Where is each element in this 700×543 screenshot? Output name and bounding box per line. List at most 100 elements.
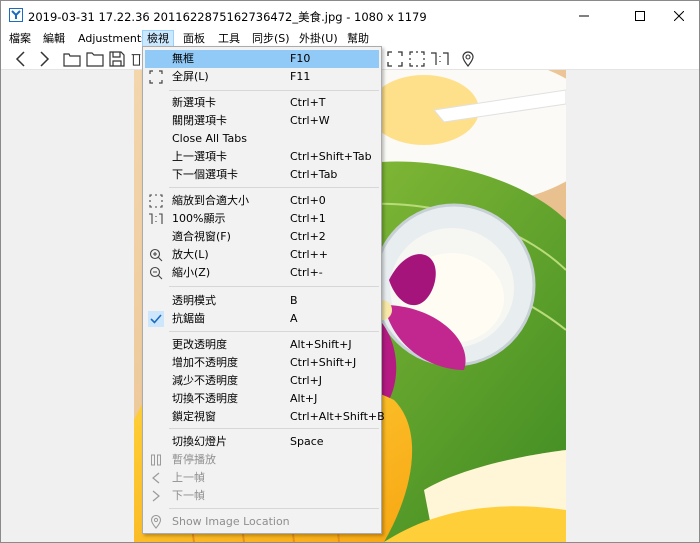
minimize-button[interactable] [561, 1, 607, 30]
menu-item-toggle-slideshow[interactable]: 切換幻燈片 Space [145, 433, 379, 451]
menu-separator [169, 508, 379, 509]
menu-item-label: 放大(L) [172, 248, 209, 261]
menu-item-shortcut: F10 [290, 52, 311, 65]
menu-item-zoom-in[interactable]: 放大(L) Ctrl++ [145, 246, 379, 264]
menu-item-label: 上一選項卡 [172, 150, 227, 163]
menu-item-zoom-to-fit[interactable]: 縮放到合適大小 Ctrl+0 [145, 192, 379, 210]
menu-item-label: 關閉選項卡 [172, 114, 227, 127]
menu-item-shortcut: Ctrl+Shift+J [290, 356, 357, 369]
actual-size-button[interactable] [430, 50, 450, 68]
menu-item-shortcut: Alt+Shift+J [290, 338, 352, 351]
menu-item-label: 無框 [172, 52, 194, 65]
save-button[interactable] [107, 50, 127, 68]
menu-item-shortcut: Ctrl+Shift+Tab [290, 150, 372, 163]
menu-item-fullscreen[interactable]: 全屏(L) F11 [145, 68, 379, 86]
delete-button[interactable] [129, 50, 143, 68]
location-button[interactable] [458, 50, 478, 68]
actual-size-icon [148, 211, 164, 227]
menu-item-shortcut: Ctrl+2 [290, 230, 326, 243]
menu-item-label: 暫停播放 [172, 453, 216, 466]
menu-item-label: 增加不透明度 [172, 356, 238, 369]
open-button[interactable] [62, 50, 82, 68]
zoom-fit-dashed-icon [409, 51, 425, 67]
open-folder-button[interactable] [85, 50, 105, 68]
app-window: 2019-03-31 17.22.36 2011622875162736472_… [0, 0, 700, 543]
menu-item-zoom-out[interactable]: 縮小(Z) Ctrl+- [145, 264, 379, 282]
menu-item-label: 縮小(Z) [172, 266, 211, 279]
zoom-fit-icon [148, 193, 164, 209]
save-icon [109, 51, 125, 67]
close-icon [674, 10, 684, 21]
menu-item-shortcut: Ctrl+J [290, 374, 323, 387]
menu-item-decrease-opacity[interactable]: 減少不透明度 Ctrl+J [145, 372, 379, 390]
folder-icon [86, 52, 104, 67]
location-pin-icon [462, 51, 474, 67]
zoom-fit-button[interactable] [385, 50, 405, 68]
menu-item-toggle-opacity[interactable]: 切換不透明度 Alt+J [145, 390, 379, 408]
menu-item-shortcut: Ctrl+Tab [290, 168, 338, 181]
menu-item-close-all-tabs[interactable]: Close All Tabs [145, 130, 379, 148]
menu-item-change-opacity[interactable]: 更改透明度 Alt+Shift+J [145, 336, 379, 354]
menu-item-label: 切換不透明度 [172, 392, 238, 405]
menu-item-lock-window[interactable]: 鎖定視窗 Ctrl+Alt+Shift+B [145, 408, 385, 426]
fullscreen-icon [148, 69, 164, 85]
menu-item-transparent-mode[interactable]: 透明模式 B [145, 292, 379, 310]
menu-separator [169, 286, 379, 287]
menu-item-new-tab[interactable]: 新選項卡 Ctrl+T [145, 94, 379, 112]
menu-item-actual-size[interactable]: 100%顯示 Ctrl+1 [145, 210, 379, 228]
menu-item-shortcut: A [290, 312, 298, 325]
next-image-button[interactable] [34, 50, 54, 68]
menu-item-label: 縮放到合適大小 [172, 194, 249, 207]
chevron-left-icon [15, 51, 25, 67]
menu-item-shortcut: Ctrl+1 [290, 212, 326, 225]
menu-item-label: 透明模式 [172, 294, 216, 307]
menu-item-label: 切換幻燈片 [172, 435, 227, 448]
view-menu-dropdown: 無框 F10 全屏(L) F11 新選項卡 Ctrl+T 關閉選項卡 Ctrl+… [142, 46, 385, 534]
menu-item-shortcut: Ctrl+W [290, 114, 330, 127]
menu-item-label: 100%顯示 [172, 212, 226, 225]
actual-size-icon [431, 52, 449, 65]
menu-item-previous-frame: 上一幀 [145, 469, 379, 487]
app-logo-icon [9, 8, 23, 22]
menu-item-label: 鎖定視窗 [172, 410, 216, 423]
menu-item-label: 全屏(L) [172, 70, 209, 83]
menu-item-label: Close All Tabs [172, 132, 247, 145]
menu-item-shortcut: Ctrl+- [290, 266, 323, 279]
chevron-right-icon [40, 51, 50, 67]
menu-item-fit-window[interactable]: 適合視窗(F) Ctrl+2 [145, 228, 379, 246]
menu-item-label: 減少不透明度 [172, 374, 238, 387]
checkmark-icon [148, 311, 164, 327]
menu-item-label: 抗鋸齒 [172, 312, 205, 325]
menu-item-label: 新選項卡 [172, 96, 216, 109]
menu-file[interactable]: 檔案 [5, 30, 35, 48]
location-pin-icon [148, 514, 164, 530]
menu-item-pause-playback: 暫停播放 [145, 451, 379, 469]
menu-item-shortcut: Ctrl+Alt+Shift+B [290, 410, 385, 423]
menu-item-label: Show Image Location [172, 515, 290, 528]
menu-item-close-tab[interactable]: 關閉選項卡 Ctrl+W [145, 112, 379, 130]
menu-item-label: 下一幀 [172, 489, 205, 502]
menu-item-next-tab[interactable]: 下一個選項卡 Ctrl+Tab [145, 166, 379, 184]
menu-separator [169, 90, 379, 91]
pause-icon [148, 452, 164, 468]
menu-item-increase-opacity[interactable]: 增加不透明度 Ctrl+Shift+J [145, 354, 379, 372]
menu-item-shortcut: Ctrl+0 [290, 194, 326, 207]
menu-edit[interactable]: 編輯 [39, 30, 69, 48]
previous-image-button[interactable] [11, 50, 31, 68]
menu-item-label: 上一幀 [172, 471, 205, 484]
open-file-icon [63, 53, 81, 67]
zoom-out-icon [148, 265, 164, 281]
close-button[interactable] [656, 1, 699, 30]
trash-icon [131, 54, 141, 66]
menu-item-show-image-location: Show Image Location [145, 513, 379, 531]
title-bar[interactable]: 2019-03-31 17.22.36 2011622875162736472_… [1, 1, 699, 30]
menu-item-shortcut: Ctrl+T [290, 96, 326, 109]
menu-item-antialiasing[interactable]: 抗鋸齒 A [145, 310, 379, 328]
menu-item-borderless[interactable]: 無框 F10 [145, 50, 379, 68]
menu-item-shortcut: Space [290, 435, 324, 448]
zoom-fit-alt-button[interactable] [407, 50, 427, 68]
menu-adjustments[interactable]: Adjustments [74, 30, 151, 48]
menu-item-previous-tab[interactable]: 上一選項卡 Ctrl+Shift+Tab [145, 148, 379, 166]
menu-separator [169, 331, 379, 332]
previous-frame-icon [148, 470, 164, 486]
